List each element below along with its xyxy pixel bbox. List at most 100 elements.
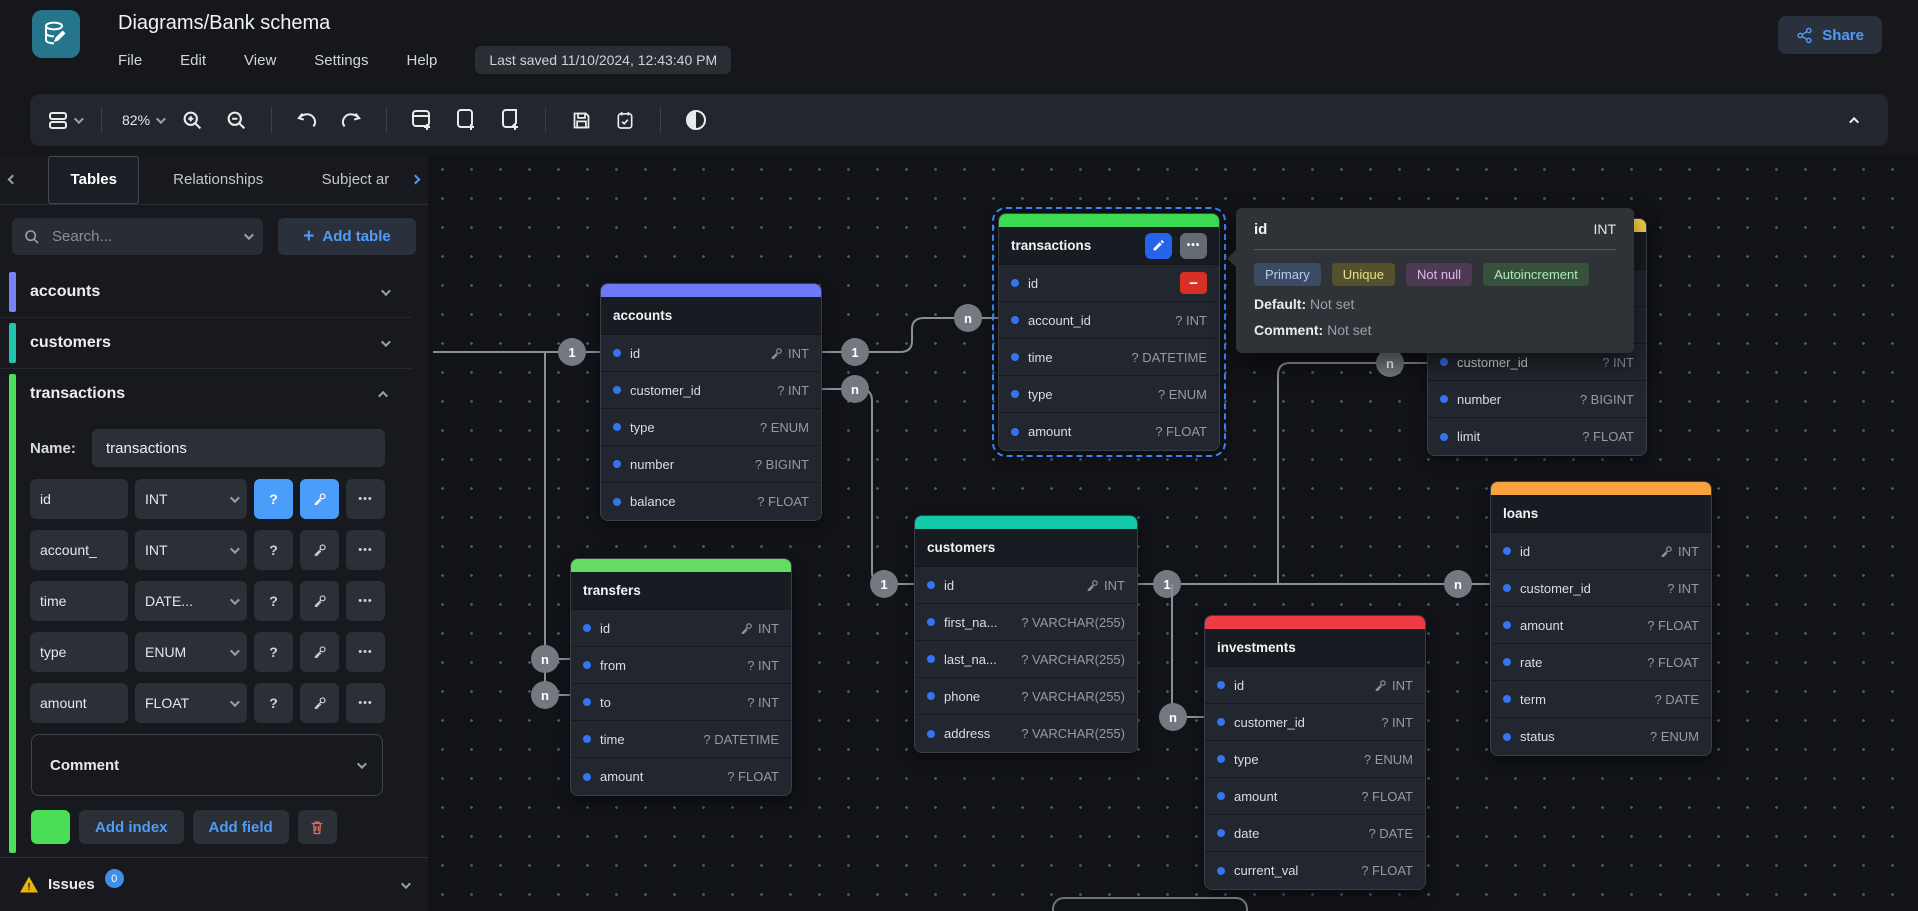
table-search-input[interactable]: Search... <box>12 218 263 255</box>
comment-collapsible[interactable]: Comment <box>31 734 383 796</box>
field-type-select[interactable]: INT <box>135 530 247 570</box>
share-button[interactable]: Share <box>1778 16 1882 54</box>
diagram-table-customers[interactable]: customersidINTfirst_na...? VARCHAR(255)l… <box>914 515 1138 753</box>
field-more-options-button[interactable]: ••• <box>346 530 385 570</box>
table-header[interactable]: transfers <box>571 572 791 610</box>
primary-key-toggle-button[interactable] <box>300 581 339 621</box>
table-header[interactable]: investments <box>1205 629 1425 667</box>
table-field-row-last_na...[interactable]: last_na...? VARCHAR(255) <box>915 641 1137 678</box>
table-more-options-button[interactable]: ••• <box>1180 233 1207 259</box>
table-field-row-type[interactable]: type? ENUM <box>1205 741 1425 778</box>
table-field-row-type[interactable]: type? ENUM <box>601 409 821 446</box>
table-field-row-id[interactable]: idINT <box>915 567 1137 604</box>
table-field-row-number[interactable]: number? BIGINT <box>601 446 821 483</box>
field-more-options-button[interactable]: ••• <box>346 479 385 519</box>
table-accordion-header-transactions[interactable]: transactions <box>0 369 412 419</box>
table-field-row-id[interactable]: id− <box>999 265 1219 302</box>
field-type-select[interactable]: ENUM <box>135 632 247 672</box>
delete-table-button[interactable] <box>298 810 337 844</box>
field-name-input[interactable]: account_ <box>30 530 128 570</box>
field-name-input[interactable]: amount <box>30 683 128 723</box>
table-field-row-time[interactable]: time? DATETIME <box>571 721 791 758</box>
nullable-toggle-button[interactable]: ? <box>254 581 293 621</box>
table-field-row-rate[interactable]: rate? FLOAT <box>1491 644 1711 681</box>
table-field-row-limit[interactable]: limit? FLOAT <box>1428 418 1646 455</box>
field-type-select[interactable]: INT <box>135 479 247 519</box>
table-field-row-id[interactable]: idINT <box>601 335 821 372</box>
table-field-row-time[interactable]: time? DATETIME <box>999 339 1219 376</box>
add-field-button[interactable]: Add field <box>193 810 289 844</box>
table-header[interactable]: accounts <box>601 297 821 335</box>
menu-edit[interactable]: Edit <box>180 52 206 69</box>
add-note-button[interactable] <box>495 103 525 137</box>
layout-options-button[interactable] <box>48 103 81 137</box>
table-field-row-status[interactable]: status? ENUM <box>1491 718 1711 755</box>
save-button[interactable] <box>566 103 596 137</box>
field-name-input[interactable]: id <box>30 479 128 519</box>
add-table-button[interactable] <box>407 103 437 137</box>
undo-button[interactable] <box>292 103 322 137</box>
tabs-scroll-left-button[interactable] <box>0 176 26 183</box>
remove-field-button[interactable]: − <box>1180 272 1207 294</box>
edit-table-button[interactable] <box>1145 233 1172 259</box>
table-field-row-current_val[interactable]: current_val? FLOAT <box>1205 852 1425 889</box>
zoom-level-dropdown[interactable]: 82% <box>122 103 163 137</box>
table-field-row-type[interactable]: type? ENUM <box>999 376 1219 413</box>
table-header[interactable]: transactions••• <box>999 227 1219 265</box>
tab-relationships[interactable]: Relationships <box>163 155 272 205</box>
collapse-toolbar-button[interactable] <box>1840 103 1870 137</box>
table-field-row-customer_id[interactable]: customer_id? INT <box>1491 570 1711 607</box>
table-header[interactable]: loans <box>1491 495 1711 533</box>
table-field-row-id[interactable]: idINT <box>1491 533 1711 570</box>
add-area-button[interactable] <box>451 103 481 137</box>
todo-button[interactable] <box>610 103 640 137</box>
diagram-table-investments[interactable]: investmentsidINTcustomer_id? INTtype? EN… <box>1204 615 1426 890</box>
theme-button[interactable] <box>681 103 711 137</box>
table-field-row-amount[interactable]: amount? FLOAT <box>999 413 1219 450</box>
tab-subject-areas[interactable]: Subject ar <box>312 155 403 205</box>
add-table-panel-button[interactable]: + Add table <box>278 218 416 255</box>
primary-key-toggle-button[interactable] <box>300 530 339 570</box>
redo-button[interactable] <box>336 103 366 137</box>
table-field-row-amount[interactable]: amount? FLOAT <box>571 758 791 795</box>
nullable-toggle-button[interactable]: ? <box>254 479 293 519</box>
tabs-scroll-right-button[interactable] <box>402 176 428 183</box>
table-field-row-id[interactable]: idINT <box>571 610 791 647</box>
table-field-row-customer_id[interactable]: customer_id? INT <box>1205 704 1425 741</box>
menu-settings[interactable]: Settings <box>314 52 368 69</box>
add-index-button[interactable]: Add index <box>79 810 184 844</box>
diagram-title[interactable]: Diagrams/Bank schema <box>118 12 330 35</box>
table-field-row-id[interactable]: idINT <box>1205 667 1425 704</box>
tab-tables[interactable]: Tables <box>48 156 140 204</box>
table-field-row-date[interactable]: date? DATE <box>1205 815 1425 852</box>
nullable-toggle-button[interactable]: ? <box>254 632 293 672</box>
table-field-row-from[interactable]: from? INT <box>571 647 791 684</box>
table-field-row-amount[interactable]: amount? FLOAT <box>1205 778 1425 815</box>
table-field-row-amount[interactable]: amount? FLOAT <box>1491 607 1711 644</box>
field-more-options-button[interactable]: ••• <box>346 632 385 672</box>
table-color-swatch[interactable] <box>31 810 70 844</box>
zoom-in-button[interactable] <box>177 103 207 137</box>
field-more-options-button[interactable]: ••• <box>346 683 385 723</box>
table-field-row-term[interactable]: term? DATE <box>1491 681 1711 718</box>
menu-file[interactable]: File <box>118 52 142 69</box>
table-field-row-number[interactable]: number? BIGINT <box>1428 381 1646 418</box>
table-field-row-address[interactable]: address? VARCHAR(255) <box>915 715 1137 752</box>
diagram-table-transfers[interactable]: transfersidINTfrom? INTto? INTtime? DATE… <box>570 558 792 796</box>
primary-key-toggle-button[interactable] <box>300 479 339 519</box>
primary-key-toggle-button[interactable] <box>300 683 339 723</box>
field-more-options-button[interactable]: ••• <box>346 581 385 621</box>
field-name-input[interactable]: type <box>30 632 128 672</box>
diagram-table-loans[interactable]: loansidINTcustomer_id? INTamount? FLOATr… <box>1490 481 1712 756</box>
menu-help[interactable]: Help <box>406 52 437 69</box>
zoom-out-button[interactable] <box>221 103 251 137</box>
table-field-row-phone[interactable]: phone? VARCHAR(255) <box>915 678 1137 715</box>
nullable-toggle-button[interactable]: ? <box>254 530 293 570</box>
table-accordion-header-customers[interactable]: customers <box>0 318 412 368</box>
table-accordion-header-accounts[interactable]: accounts <box>0 267 412 317</box>
table-field-row-balance[interactable]: balance? FLOAT <box>601 483 821 520</box>
table-name-input[interactable]: transactions <box>92 429 385 467</box>
field-type-select[interactable]: FLOAT <box>135 683 247 723</box>
table-field-row-customer_id[interactable]: customer_id? INT <box>601 372 821 409</box>
issues-bar[interactable]: ! Issues 0 <box>0 857 428 911</box>
